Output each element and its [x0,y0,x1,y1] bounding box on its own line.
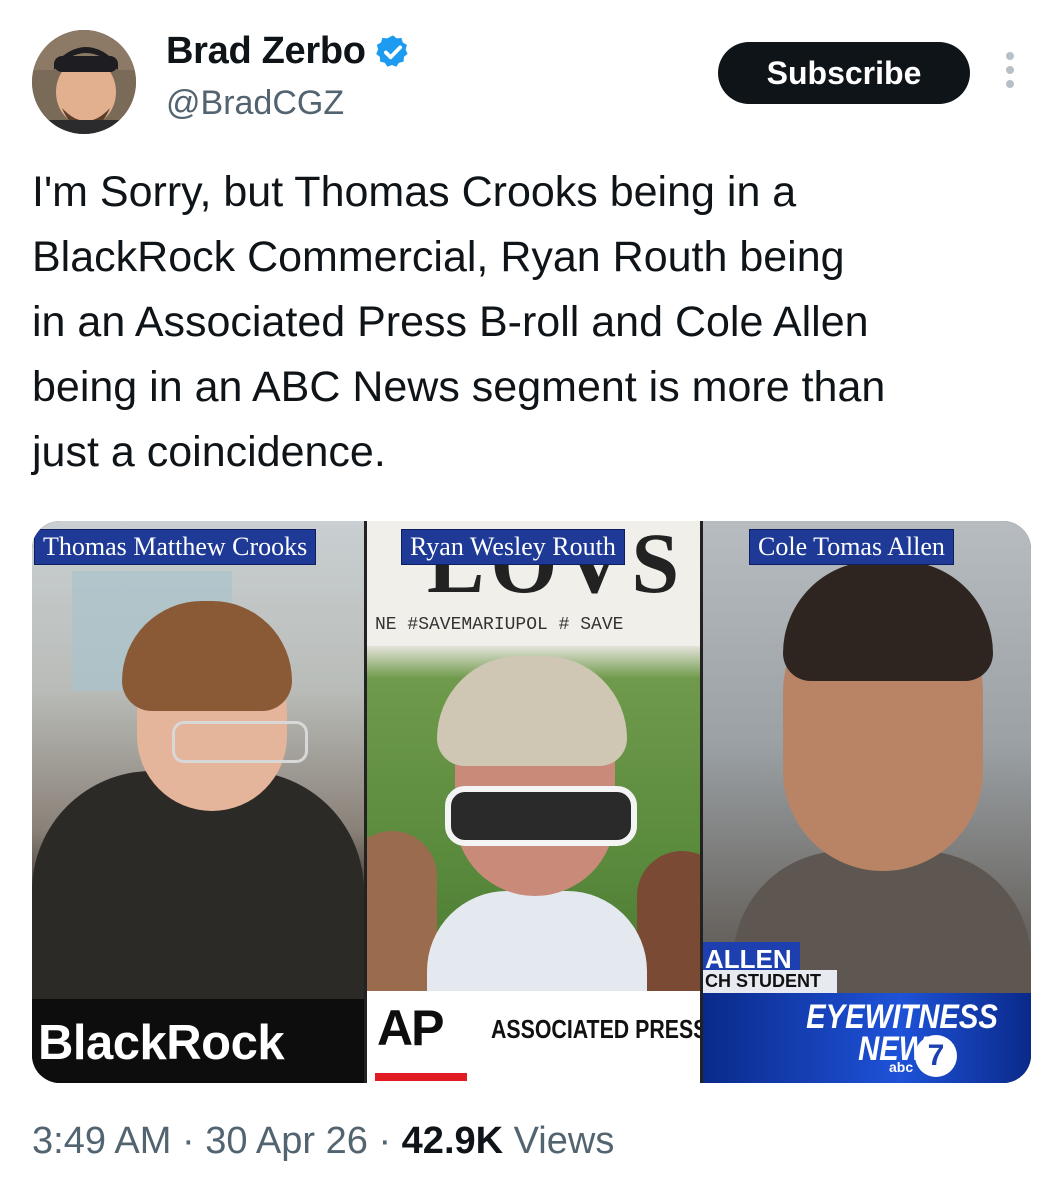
ap-logo-text: ASSOCIATED PRESS [491,1014,700,1044]
meta-separator: · [181,1120,195,1162]
verified-badge-icon [375,34,408,67]
tweet-text: I'm Sorry, but Thomas Crooks being in a … [32,168,886,476]
views-count: 42.9K [401,1120,504,1162]
tweet-meta: 3:49 AM · 30 Apr 26 · 42.9K Views [32,1120,614,1163]
eyewitness-news-logo: EYEWITNESS NEWS [806,998,998,1068]
person-hair [783,561,993,681]
person-body [32,771,364,1031]
meta-separator: · [378,1120,392,1162]
media-panel-routh[interactable]: LOVS NE #SAVEMARIUPOL # SAVE Ryan Wesley… [367,521,700,1083]
panel-caption: Ryan Wesley Routh [401,529,625,565]
tweet-time[interactable]: 3:49 AM [32,1120,171,1162]
media-grid[interactable]: Thomas Matthew Crooks BlackRock LOVS NE … [32,521,1031,1083]
lower-third-subtitle: CH STUDENT [703,970,837,993]
sunglasses [445,786,637,846]
views-label: Views [513,1120,615,1162]
panel-caption: Cole Tomas Allen [749,529,954,565]
avatar-image [32,30,136,134]
glasses [172,721,308,763]
media-panel-allen[interactable]: Cole Tomas Allen ALLEN CH STUDENT EYEWIT… [703,521,1031,1083]
channel-7-logo: 7 [915,1035,957,1077]
panel-caption: Thomas Matthew Crooks [34,529,317,565]
ap-red-line [375,1073,467,1081]
person-shirt [427,891,647,1001]
ap-logo: AP [377,1000,444,1056]
protest-sign-tags: NE #SAVEMARIUPOL # SAVE [375,615,624,635]
media-panel-crooks[interactable]: Thomas Matthew Crooks BlackRock [32,521,364,1083]
person-hair [437,656,627,766]
avatar[interactable] [32,30,136,134]
more-options-icon[interactable] [1000,52,1020,92]
blackrock-logo: BlackRock [38,1016,285,1070]
tweet-date[interactable]: 30 Apr 26 [205,1120,368,1162]
subscribe-button[interactable]: Subscribe [718,42,970,104]
abc-logo: abc [889,1059,914,1075]
author-handle[interactable]: @BradCGZ [166,84,344,123]
author-name[interactable]: Brad Zerbo [166,30,366,73]
